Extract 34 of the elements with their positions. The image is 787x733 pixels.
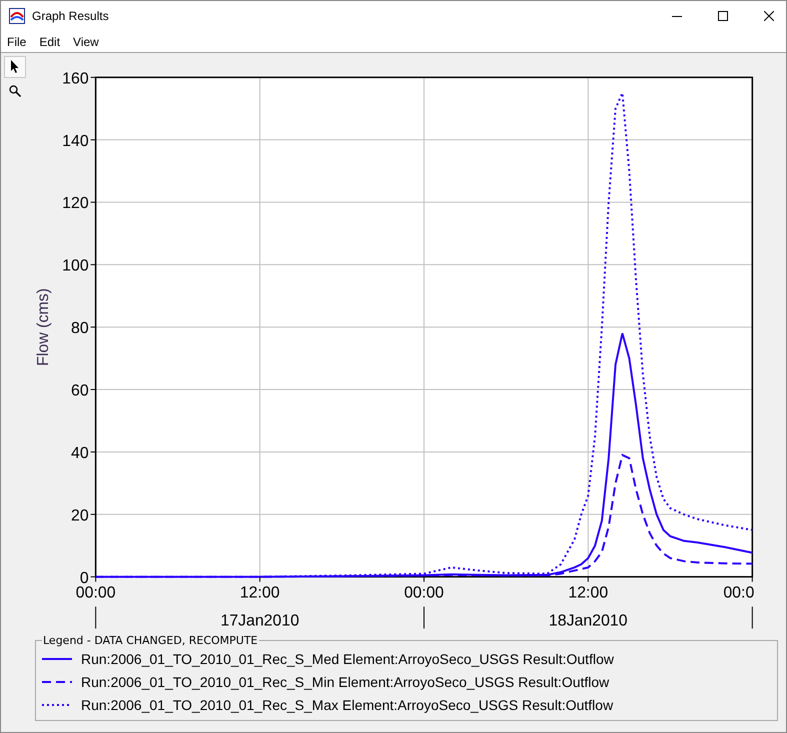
legend-line-icon [42, 656, 72, 660]
date-label: 18Jan2010 [548, 612, 628, 630]
y-axis-tick-label: 100 [62, 258, 89, 275]
app-icon [9, 8, 25, 24]
menu-item[interactable]: Edit [39, 34, 60, 48]
window-title: Graph Results [32, 9, 109, 23]
x-axis-tick-label: 12:00 [240, 584, 280, 602]
y-axis-tick-label: 0 [80, 570, 89, 587]
legend-title: Legend - DATA CHANGED, RECOMPUTE [42, 634, 259, 647]
x-axis-tick-label: 00:00 [76, 584, 116, 602]
x-axis-tick-label: 00:0 [723, 584, 754, 602]
y-axis-label: Flow (cms) [34, 288, 52, 366]
legend-label: Run:2006_01_TO_2010_01_Rec_S_Max Element:ArroyoSeco_USGS Result:Outflow [81, 696, 614, 712]
y-axis-tick-label: 80 [70, 320, 89, 338]
pointer-tool-button[interactable] [4, 56, 26, 78]
pointer-icon [10, 60, 20, 74]
legend-label: Run:2006_01_TO_2010_01_Rec_S_Min Element:ArroyoSeco_USGS Result:Outflow [81, 674, 610, 690]
y-axis-tick-label: 160 [62, 70, 89, 88]
y-axis-tick-label: 140 [62, 132, 89, 150]
y-axis-tick-label: 60 [70, 382, 89, 400]
date-label: 17Jan2010 [220, 612, 300, 630]
legend-line-icon [42, 680, 72, 684]
menu-item[interactable]: View [73, 34, 99, 48]
y-axis-tick-label: 20 [70, 507, 89, 524]
legend-line-icon [42, 702, 72, 706]
y-axis-tick-label: 40 [70, 444, 89, 462]
y-axis-tick-label: 120 [62, 195, 89, 212]
x-axis-tick-label: 00:00 [404, 584, 444, 602]
maximize-icon[interactable] [718, 11, 728, 21]
close-icon[interactable] [764, 11, 774, 21]
legend-label: Run:2006_01_TO_2010_01_Rec_S_Med Element:ArroyoSeco_USGS Result:Outflow [81, 650, 614, 666]
x-axis-tick-label: 12:00 [568, 584, 608, 602]
menu-item[interactable]: File [7, 34, 26, 48]
magnifier-icon [9, 85, 21, 97]
